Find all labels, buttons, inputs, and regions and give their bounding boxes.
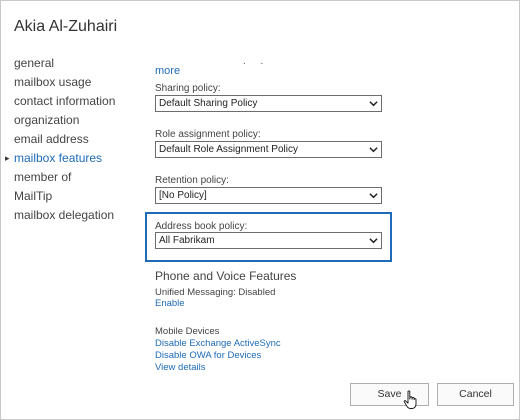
address-book-policy-label: Address book policy:	[155, 221, 248, 232]
view-details-link[interactable]: View details	[155, 362, 206, 373]
nav-item-label: mailbox features	[14, 151, 103, 165]
chevron-down-icon	[369, 193, 378, 199]
nav-item-email-address[interactable]: email address	[14, 130, 115, 149]
unified-messaging-status: Unified Messaging: Disabled	[155, 287, 276, 298]
chevron-down-icon	[369, 238, 378, 244]
more-link[interactable]: more	[155, 65, 180, 77]
role-assignment-policy-label: Role assignment policy:	[155, 129, 261, 140]
address-book-policy-value: All Fabrikam	[159, 235, 215, 246]
side-nav: general mailbox usage contact informatio…	[5, 54, 115, 225]
nav-item-member-of[interactable]: member of	[14, 168, 115, 187]
selected-arrow-icon: ▸	[5, 153, 10, 163]
enable-unified-messaging-link[interactable]: Enable	[155, 298, 185, 309]
phone-voice-heading: Phone and Voice Features	[155, 269, 297, 283]
nav-item-organization[interactable]: organization	[14, 111, 115, 130]
scroll-dots: . .	[243, 56, 270, 67]
window-title: Akia Al-Zuhairi	[14, 18, 118, 35]
nav-item-mailbox-delegation[interactable]: mailbox delegation	[14, 206, 115, 225]
retention-policy-select[interactable]: [No Policy]	[155, 187, 382, 204]
cancel-button[interactable]: Cancel	[437, 383, 514, 406]
sharing-policy-select[interactable]: Default Sharing Policy	[155, 95, 382, 112]
retention-policy-value: [No Policy]	[159, 190, 207, 201]
hand-pointer-icon	[403, 390, 417, 409]
nav-item-general[interactable]: general	[14, 54, 115, 73]
disable-owa-link[interactable]: Disable OWA for Devices	[155, 350, 261, 361]
sharing-policy-value: Default Sharing Policy	[159, 98, 258, 109]
chevron-down-icon	[369, 147, 378, 153]
nav-item-mailbox-usage[interactable]: mailbox usage	[14, 73, 115, 92]
nav-item-mailbox-features[interactable]: ▸ mailbox features	[5, 149, 115, 168]
sharing-policy-label: Sharing policy:	[155, 83, 221, 94]
role-assignment-policy-select[interactable]: Default Role Assignment Policy	[155, 141, 382, 158]
nav-item-contact-information[interactable]: contact information	[14, 92, 115, 111]
nav-item-mailtip[interactable]: MailTip	[14, 187, 115, 206]
role-assignment-policy-value: Default Role Assignment Policy	[159, 144, 298, 155]
mobile-devices-heading: Mobile Devices	[155, 326, 220, 337]
retention-policy-label: Retention policy:	[155, 175, 229, 186]
address-book-policy-select[interactable]: All Fabrikam	[155, 232, 382, 249]
chevron-down-icon	[369, 101, 378, 107]
disable-activesync-link[interactable]: Disable Exchange ActiveSync	[155, 338, 281, 349]
